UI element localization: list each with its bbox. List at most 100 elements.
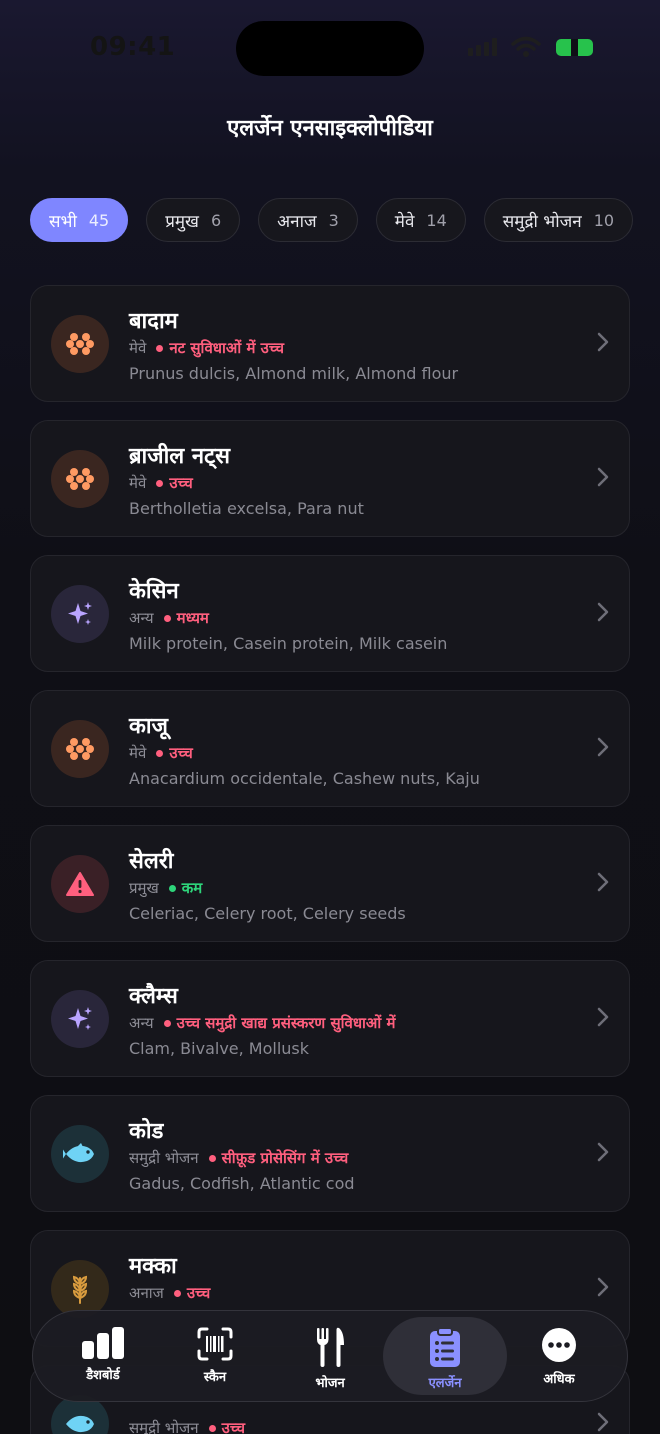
tab-scan[interactable]: स्कैन xyxy=(153,1317,277,1395)
filter-chips: सभी 45 प्रमुख 6 अनाज 3 मेवे 14 समुद्री भ… xyxy=(30,198,634,242)
allergen-card[interactable]: कोड समुद्री भोजन सीफ़ूड प्रोसेसिंग में उ… xyxy=(30,1095,630,1212)
risk-level-label: मध्यम xyxy=(176,609,209,627)
risk-level: उच्च समुद्री खाद्य प्रसंस्करण सुविधाओं म… xyxy=(163,1013,396,1033)
risk-dot xyxy=(156,479,164,487)
allergen-category: प्रमुख xyxy=(129,879,159,897)
tab-label: अधिक xyxy=(543,1372,575,1387)
battery-icon xyxy=(556,39,593,56)
chevron-right-icon xyxy=(597,872,609,892)
allergen-meta: अन्य मध्यम xyxy=(129,608,209,628)
allergen-name: क्लैम्स xyxy=(129,984,178,1009)
chip-count: 45 xyxy=(88,210,110,230)
chevron-right-icon xyxy=(597,1007,609,1027)
allergen-category: समुद्री भोजन xyxy=(129,1419,199,1434)
risk-level-label: उच्च xyxy=(186,1284,211,1302)
risk-level-label: उच्च xyxy=(221,1419,246,1434)
chevron-right-icon xyxy=(597,1412,609,1432)
allergen-aliases: Celeriac, Celery root, Celery seeds xyxy=(129,904,406,923)
tab-label: एलर्जेन xyxy=(428,1376,462,1391)
risk-dot xyxy=(208,1424,216,1432)
allergen-meta: प्रमुख कम xyxy=(129,878,202,898)
filter-chip-major[interactable]: प्रमुख 6 xyxy=(146,198,241,242)
sparkle-icon xyxy=(51,990,109,1048)
risk-level-label: सीफ़ूड प्रोसेसिंग में उच्च xyxy=(221,1149,349,1167)
allergen-aliases: Anacardium occidentale, Cashew nuts, Kaj… xyxy=(129,769,480,788)
risk-level: नट सुविधाओं में उच्च xyxy=(156,338,284,358)
allergen-category: मेवे xyxy=(129,339,147,357)
allergen-category: मेवे xyxy=(129,744,147,762)
allergen-meta: समुद्री भोजन उच्च xyxy=(129,1418,245,1434)
fish-icon xyxy=(51,1125,109,1183)
allergen-name: केसिन xyxy=(129,579,179,604)
risk-level: उच्च xyxy=(173,1283,211,1303)
allergen-category: अन्य xyxy=(129,609,154,627)
risk-dot xyxy=(163,614,171,622)
barcode-scan-icon xyxy=(197,1327,233,1361)
risk-level: उच्च xyxy=(208,1418,246,1434)
nut-icon xyxy=(51,315,109,373)
allergen-aliases: Prunus dulcis, Almond milk, Almond flour xyxy=(129,364,459,383)
allergen-card[interactable]: ब्राजील नट्स मेवे उच्च Bertholletia exce… xyxy=(30,420,630,537)
risk-dot xyxy=(163,1019,171,1027)
chip-label: अनाज xyxy=(277,211,317,232)
allergen-card[interactable]: सेलरी प्रमुख कम Celeriac, Celery root, C… xyxy=(30,825,630,942)
allergen-name: ब्राजील नट्स xyxy=(129,444,231,469)
chevron-right-icon xyxy=(597,1142,609,1162)
chip-label: प्रमुख xyxy=(165,211,199,232)
filter-chip-grains[interactable]: अनाज 3 xyxy=(258,198,358,242)
allergen-aliases: Bertholletia excelsa, Para nut xyxy=(129,499,364,518)
allergen-category: समुद्री भोजन xyxy=(129,1149,199,1167)
allergen-card[interactable]: बादाम मेवे नट सुविधाओं में उच्च Prunus d… xyxy=(30,285,630,402)
risk-dot xyxy=(208,1154,216,1162)
risk-dot xyxy=(156,344,164,352)
filter-chip-nuts[interactable]: मेवे 14 xyxy=(375,198,466,242)
allergen-name: काजू xyxy=(129,714,168,739)
risk-level: सीफ़ूड प्रोसेसिंग में उच्च xyxy=(208,1148,349,1168)
chip-label: सभी xyxy=(49,211,77,232)
allergen-card[interactable]: क्लैम्स अन्य उच्च समुद्री खाद्य प्रसंस्क… xyxy=(30,960,630,1077)
tab-label: भोजन xyxy=(315,1376,345,1391)
fork-knife-icon xyxy=(317,1327,344,1367)
chevron-right-icon xyxy=(597,1277,609,1297)
allergen-name: मक्का xyxy=(129,1254,177,1279)
allergen-aliases: Gadus, Codfish, Atlantic cod xyxy=(129,1174,355,1193)
risk-level: उच्च xyxy=(156,743,193,763)
filter-chip-all[interactable]: सभी 45 xyxy=(30,198,129,242)
allergen-card[interactable]: काजू मेवे उच्च Anacardium occidentale, C… xyxy=(30,690,630,807)
allergen-category: अन्य xyxy=(129,1014,154,1032)
chip-count: 3 xyxy=(328,210,339,230)
chart-icon xyxy=(82,1327,124,1359)
risk-level-label: उच्च xyxy=(169,474,193,492)
chip-label: समुद्री भोजन xyxy=(502,211,582,232)
nut-icon xyxy=(51,720,109,778)
bottom-tab-bar: डैशबोर्ड स्कैन भोजन एलर्जेन अधिक xyxy=(32,1310,628,1402)
risk-dot xyxy=(156,749,164,757)
chip-label: मेवे xyxy=(394,211,415,232)
wifi-icon xyxy=(511,36,541,57)
allergen-meta: समुद्री भोजन सीफ़ूड प्रोसेसिंग में उच्च xyxy=(129,1148,348,1168)
warning-icon xyxy=(51,855,109,913)
chevron-right-icon xyxy=(597,737,609,757)
chip-count: 10 xyxy=(593,210,615,230)
allergen-aliases: Clam, Bivalve, Mollusk xyxy=(129,1039,310,1058)
filter-chip-seafood[interactable]: समुद्री भोजन 10 xyxy=(483,198,634,242)
tab-dashboard[interactable]: डैशबोर्ड xyxy=(41,1317,165,1395)
risk-level-label: उच्च समुद्री खाद्य प्रसंस्करण सुविधाओं म… xyxy=(176,1014,396,1032)
clipboard-icon xyxy=(430,1327,460,1367)
dynamic-island xyxy=(236,21,424,76)
risk-level: कम xyxy=(168,878,202,898)
tab-label: स्कैन xyxy=(203,1370,227,1385)
allergen-meta: अन्य उच्च समुद्री खाद्य प्रसंस्करण सुविध… xyxy=(129,1013,395,1033)
allergen-card[interactable]: केसिन अन्य मध्यम Milk protein, Casein pr… xyxy=(30,555,630,672)
allergen-meta: मेवे नट सुविधाओं में उच्च xyxy=(129,338,284,358)
status-time: 09:41 xyxy=(90,32,176,62)
tab-meals[interactable]: भोजन xyxy=(268,1317,392,1395)
tab-allergens[interactable]: एलर्जेन xyxy=(383,1317,507,1395)
allergen-meta: अनाज उच्च xyxy=(129,1283,210,1303)
tab-more[interactable]: अधिक xyxy=(497,1317,621,1395)
chevron-right-icon xyxy=(597,602,609,622)
risk-level: उच्च xyxy=(156,473,193,493)
chip-count: 6 xyxy=(210,210,222,230)
allergen-name: बादाम xyxy=(129,309,178,334)
chevron-right-icon xyxy=(597,467,609,487)
